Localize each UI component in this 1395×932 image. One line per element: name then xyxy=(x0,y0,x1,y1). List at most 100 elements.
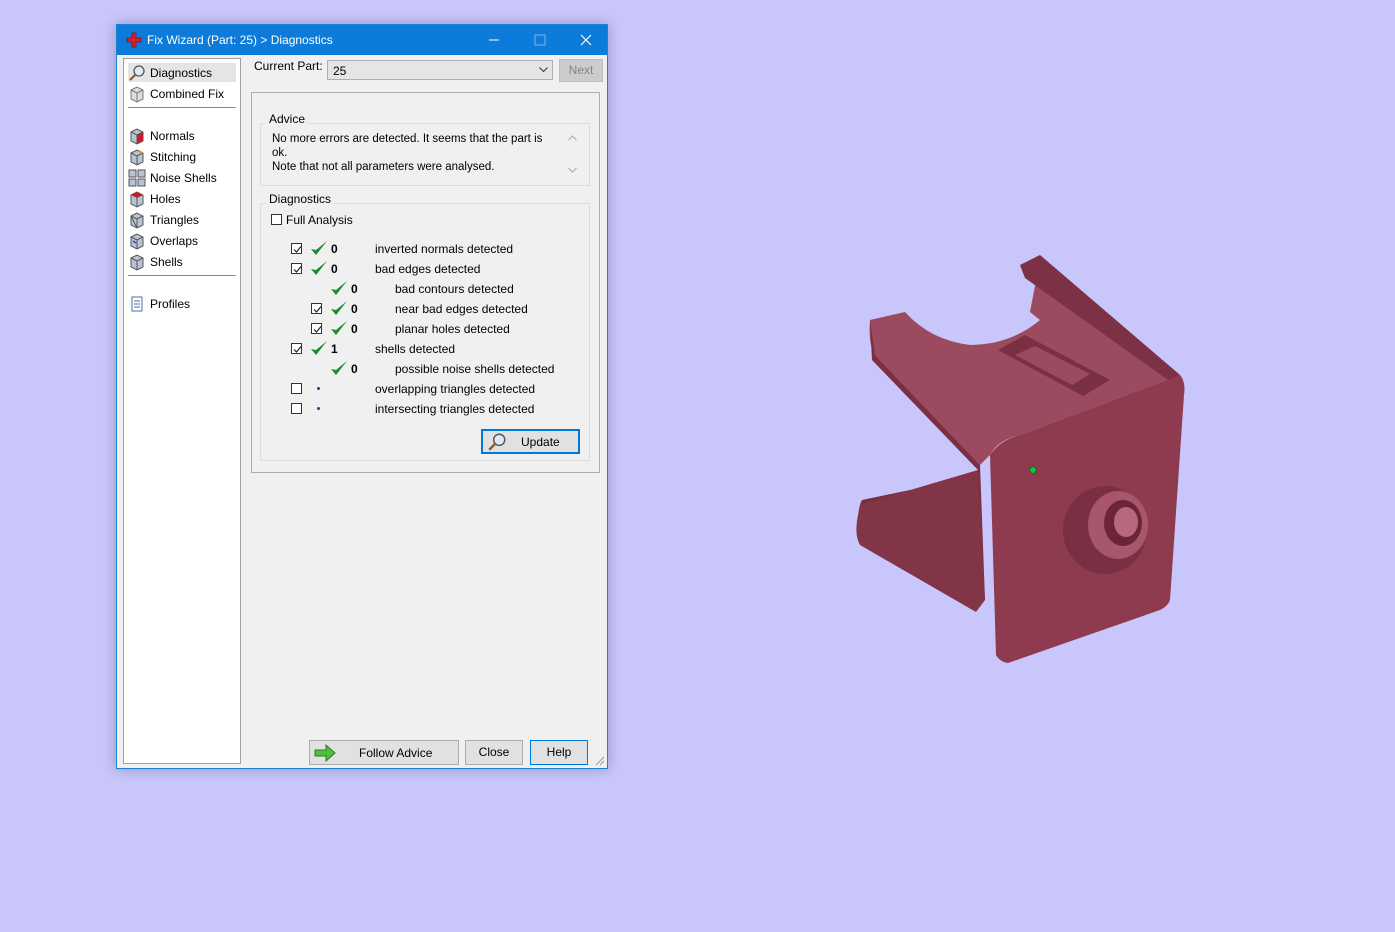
full-analysis-checkbox[interactable] xyxy=(271,214,282,225)
sidebar-item-label: Noise Shells xyxy=(150,171,217,185)
ok-tick-icon xyxy=(311,261,327,275)
magnifier-icon xyxy=(129,65,145,81)
sidebar-item-label: Profiles xyxy=(150,297,191,311)
checkmark-icon xyxy=(293,346,302,353)
overlapping-triangles-label: overlapping triangles detected xyxy=(375,382,536,396)
ok-tick-icon xyxy=(311,341,327,355)
holes-cube-icon xyxy=(130,191,144,208)
inverted-normals-checkbox[interactable] xyxy=(291,243,302,254)
sidebar-item-shells[interactable]: Shells xyxy=(128,252,236,271)
follow-advice-label: Follow Advice xyxy=(359,746,433,760)
minimize-button[interactable] xyxy=(471,25,517,55)
full-analysis-label: Full Analysis xyxy=(286,213,353,227)
sidebar-item-overlaps[interactable]: Overlaps xyxy=(128,231,236,250)
planar-holes-label: planar holes detected xyxy=(395,322,510,336)
normals-cube-icon xyxy=(130,128,144,145)
noise-shells-icon xyxy=(128,169,146,187)
sidebar-item-label: Triangles xyxy=(150,213,199,227)
current-part-value: 25 xyxy=(333,64,347,78)
sidebar-item-triangles[interactable]: Triangles xyxy=(128,210,236,229)
bad-edges-checkbox[interactable] xyxy=(291,263,302,274)
sidebar-item-stitching[interactable]: Stitching xyxy=(128,147,236,166)
resize-grip-icon[interactable] xyxy=(595,756,605,766)
update-button-label: Update xyxy=(521,435,560,449)
close-icon xyxy=(580,34,592,46)
shells-cube-icon xyxy=(130,254,144,271)
not-analysed-dot xyxy=(317,407,320,410)
advice-scrollbar[interactable] xyxy=(564,130,581,178)
current-part-label: Current Part: xyxy=(254,59,323,73)
not-analysed-dot xyxy=(317,387,320,390)
sidebar-item-label: Combined Fix xyxy=(150,87,225,101)
bad-edges-label: bad edges detected xyxy=(375,262,481,276)
sidebar-item-label: Overlaps xyxy=(150,234,199,248)
triangles-cube-icon xyxy=(130,212,144,229)
bad-edges-count: 0 xyxy=(331,262,338,276)
noise-shells-label: possible noise shells detected xyxy=(395,362,555,376)
near-bad-edges-count: 0 xyxy=(351,302,358,316)
sidebar-item-normals[interactable]: Normals xyxy=(128,126,236,145)
ok-tick-icon xyxy=(331,281,347,295)
chevron-down-icon xyxy=(539,67,548,73)
intersecting-triangles-label: intersecting triangles detected xyxy=(375,402,535,416)
close-button[interactable]: Close xyxy=(465,740,523,765)
ok-tick-icon xyxy=(331,361,347,375)
fix-wizard-window: Fix Wizard (Part: 25) > Diagnostics Diag… xyxy=(116,24,608,769)
title-bar[interactable]: Fix Wizard (Part: 25) > Diagnostics xyxy=(117,25,607,55)
ok-tick-icon xyxy=(331,321,347,335)
overlapping-triangles-checkbox[interactable] xyxy=(291,383,302,394)
follow-advice-button[interactable]: Follow Advice xyxy=(309,740,459,765)
checkmark-icon xyxy=(293,266,302,273)
sidebar-item-noise-shells[interactable]: Noise Shells xyxy=(128,168,236,187)
maximize-icon xyxy=(534,34,546,46)
close-button-label: Close xyxy=(478,745,510,759)
near-bad-edges-checkbox[interactable] xyxy=(311,303,322,314)
next-button-label: Next xyxy=(568,63,594,77)
planar-holes-count: 0 xyxy=(351,322,358,336)
sidebar-divider xyxy=(128,107,236,108)
inverted-normals-count: 0 xyxy=(331,242,338,256)
sidebar-item-holes[interactable]: Holes xyxy=(128,189,236,208)
green-arrow-icon xyxy=(314,744,336,762)
advice-text: No more errors are detected. It seems th… xyxy=(272,133,543,173)
sidebar-item-combined-fix[interactable]: Combined Fix xyxy=(128,84,236,103)
current-part-dropdown[interactable]: 25 xyxy=(327,60,553,80)
sidebar-item-diagnostics[interactable]: Diagnostics xyxy=(128,63,236,82)
sidebar-item-label: Stitching xyxy=(150,150,197,164)
sidebar-item-label: Holes xyxy=(150,192,181,206)
ok-tick-icon xyxy=(331,301,347,315)
sidebar-divider xyxy=(128,275,236,276)
sidebar-item-label: Normals xyxy=(150,129,195,143)
checkmark-icon xyxy=(313,326,322,333)
diagnostics-title: Diagnostics xyxy=(266,192,335,206)
scroll-down-icon xyxy=(568,167,577,173)
sidebar: Diagnostics Combined Fix Normals Stitchi… xyxy=(123,58,241,764)
help-button-label: Help xyxy=(546,745,572,759)
bad-contours-count: 0 xyxy=(351,282,358,296)
advice-title: Advice xyxy=(266,112,309,126)
intersecting-triangles-checkbox[interactable] xyxy=(291,403,302,414)
sidebar-item-profiles[interactable]: Profiles xyxy=(128,294,236,313)
planar-holes-checkbox[interactable] xyxy=(311,323,322,334)
shells-label: shells detected xyxy=(375,342,456,356)
minimize-icon xyxy=(489,39,499,41)
close-window-button[interactable] xyxy=(563,25,609,55)
bad-contours-label: bad contours detected xyxy=(395,282,514,296)
maximize-button[interactable] xyxy=(517,25,563,55)
window-title: Fix Wizard (Part: 25) > Diagnostics xyxy=(147,33,333,47)
scroll-up-icon xyxy=(568,135,577,141)
next-button[interactable]: Next xyxy=(559,59,603,82)
help-button[interactable]: Help xyxy=(530,740,588,765)
checkmark-icon xyxy=(293,246,302,253)
stitching-cube-icon xyxy=(130,149,144,166)
shells-count: 1 xyxy=(331,342,338,356)
3d-part-model[interactable] xyxy=(850,250,1195,670)
shells-checkbox[interactable] xyxy=(291,343,302,354)
checkmark-icon xyxy=(313,306,322,313)
near-bad-edges-label: near bad edges detected xyxy=(395,302,528,316)
overlaps-cube-icon xyxy=(130,233,144,250)
noise-shells-count: 0 xyxy=(351,362,358,376)
cube-icon xyxy=(130,86,144,103)
update-button[interactable]: Update xyxy=(481,429,580,454)
ok-tick-icon xyxy=(311,241,327,255)
